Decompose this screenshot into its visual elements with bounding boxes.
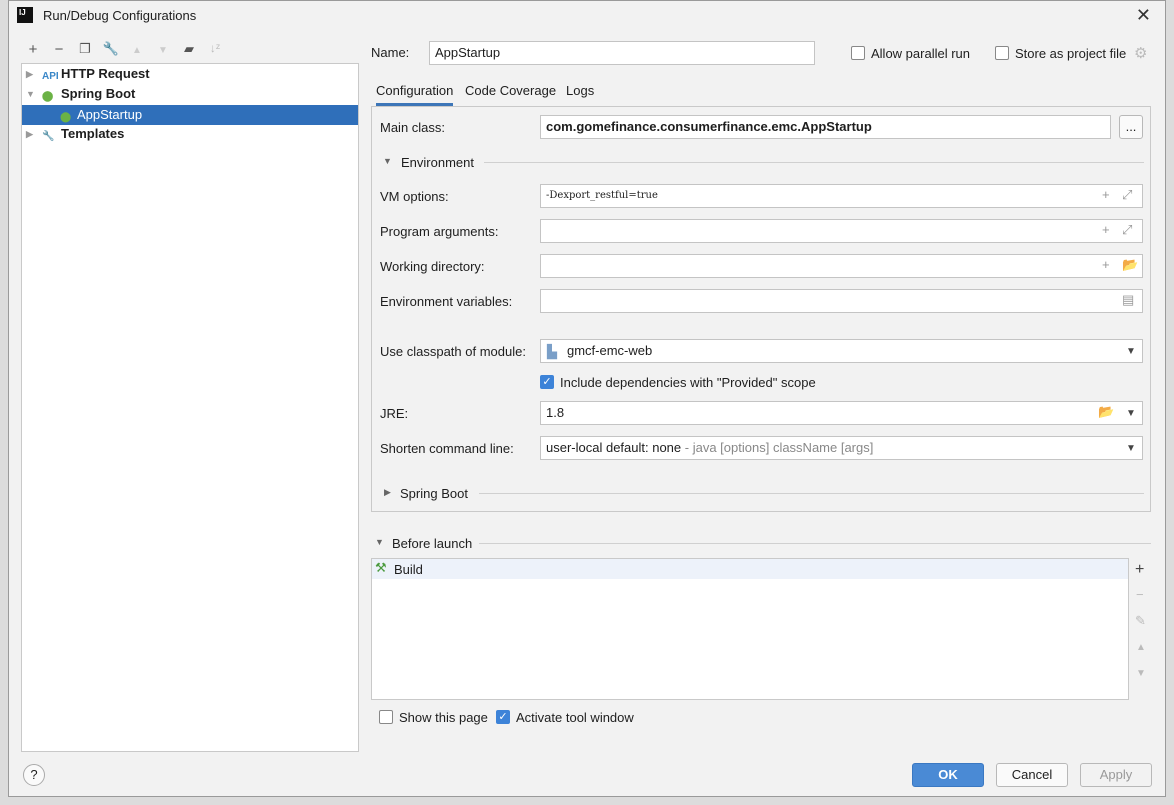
module-icon: ▙ [547, 344, 557, 359]
remove-icon[interactable]: − [1136, 587, 1144, 602]
activate-tool-window-label: Activate tool window [516, 710, 634, 725]
jre-label: JRE: [380, 406, 409, 421]
collapse-icon[interactable]: ▼ [383, 156, 392, 166]
store-project-label: Store as project file [1015, 46, 1127, 61]
spring-boot-icon: ⬤ [60, 112, 72, 123]
expand-icon[interactable]: ▶ [26, 64, 33, 84]
tree-item-appstartup[interactable]: ⬤ AppStartup [22, 105, 358, 125]
spring-boot-icon: ⬤ [42, 91, 54, 102]
add-icon[interactable]: + [1135, 561, 1144, 579]
add-icon[interactable]: + [23, 41, 43, 58]
expand-icon[interactable]: ⤢ [1122, 187, 1132, 203]
help-button[interactable]: ? [23, 764, 45, 786]
tab-code-coverage[interactable]: Code Coverage [465, 83, 556, 98]
show-page-checkbox[interactable] [379, 710, 393, 724]
copy-icon[interactable]: ❐ [75, 41, 95, 57]
browse-main-class-button[interactable]: ... [1119, 115, 1143, 139]
include-provided-label: Include dependencies with "Provided" sco… [560, 375, 816, 390]
vm-options-input[interactable]: -Dexport_restful=true [540, 184, 1143, 208]
wrench-icon[interactable]: 🔧 [101, 41, 121, 57]
ok-button[interactable]: OK [912, 763, 984, 787]
main-class-label: Main class: [380, 120, 446, 135]
tab-logs[interactable]: Logs [566, 83, 594, 98]
move-up-icon[interactable]: ▲ [1136, 642, 1146, 653]
add-icon[interactable]: + [1102, 187, 1110, 202]
wrench-icon: 🔧 [42, 131, 55, 142]
divider [479, 543, 1151, 544]
program-arguments-label: Program arguments: [380, 224, 499, 239]
shorten-command-select[interactable]: user-local default: none - java [options… [540, 436, 1143, 460]
build-label: Build [394, 562, 423, 577]
working-directory-input[interactable] [540, 254, 1143, 278]
main-class-input[interactable]: com.gomefinance.consumerfinance.emc.AppS… [540, 115, 1111, 139]
activate-tool-window-checkbox[interactable]: ✓ [496, 710, 510, 724]
remove-icon[interactable]: − [49, 41, 69, 58]
program-arguments-input[interactable] [540, 219, 1143, 243]
tab-configuration[interactable]: Configuration [376, 83, 454, 106]
add-icon[interactable]: + [1102, 257, 1110, 272]
jre-select[interactable]: 1.8 [540, 401, 1143, 425]
environment-section[interactable]: Environment [401, 155, 474, 170]
before-launch-list: ⚒ Build [371, 558, 1129, 700]
config-tree: ▶ API HTTP Request ▼ ⬤ Spring Boot ⬤ AppStart… [21, 63, 359, 752]
allow-parallel-label: Allow parallel run [871, 46, 970, 61]
chevron-down-icon[interactable]: ▼ [1126, 443, 1136, 454]
shorten-command-label: Shorten command line: [380, 441, 514, 456]
folder-icon[interactable]: 📂 [1122, 257, 1138, 273]
move-down-icon[interactable]: ▼ [1136, 668, 1146, 679]
list-item-build[interactable]: ⚒ Build [372, 559, 1128, 579]
working-directory-label: Working directory: [380, 259, 485, 274]
show-page-label: Show this page [399, 710, 488, 725]
allow-parallel-checkbox[interactable] [851, 46, 865, 60]
collapse-icon[interactable]: ▼ [26, 84, 35, 104]
intellij-logo: IJ [17, 7, 33, 23]
dialog-title: Run/Debug Configurations [43, 8, 197, 23]
spring-boot-section[interactable]: Spring Boot [400, 486, 468, 501]
cancel-button[interactable]: Cancel [996, 763, 1068, 787]
chevron-down-icon[interactable]: ▼ [1126, 346, 1136, 357]
move-down-icon[interactable]: ▼ [153, 45, 173, 56]
tree-item-templates[interactable]: ▶ 🔧 Templates [22, 124, 358, 144]
expand-icon[interactable]: ▶ [26, 124, 33, 144]
vm-options-label: VM options: [380, 189, 449, 204]
edit-list-icon[interactable]: ▤ [1122, 292, 1134, 308]
apply-button[interactable]: Apply [1080, 763, 1152, 787]
sort-icon[interactable]: ↓ᶻ [205, 41, 225, 55]
shorten-hint: - java [options] className [args] [684, 440, 874, 455]
environment-variables-label: Environment variables: [380, 294, 513, 309]
new-folder-icon[interactable]: ▰ [179, 41, 199, 57]
edit-icon[interactable]: ✎ [1135, 613, 1146, 629]
chevron-down-icon[interactable]: ▼ [1126, 408, 1136, 419]
add-icon[interactable]: + [1102, 222, 1110, 237]
tree-item-spring-boot[interactable]: ▼ ⬤ Spring Boot [22, 84, 358, 104]
name-label: Name: [371, 45, 410, 60]
collapse-icon[interactable]: ▼ [375, 537, 384, 547]
move-up-icon[interactable]: ▲ [127, 45, 147, 56]
expand-icon[interactable]: ⤢ [1122, 222, 1132, 238]
classpath-select[interactable]: gmcf-emc-web [540, 339, 1143, 363]
name-input[interactable]: AppStartup [429, 41, 815, 65]
close-icon[interactable]: ✕ [1136, 5, 1151, 26]
environment-variables-input[interactable] [540, 289, 1143, 313]
divider [479, 493, 1144, 494]
shorten-value: user-local default: none [546, 440, 682, 455]
gear-icon[interactable]: ⚙ [1134, 44, 1147, 62]
hammer-icon: ⚒ [375, 560, 387, 575]
classpath-value: gmcf-emc-web [567, 343, 653, 358]
expand-icon[interactable]: ▶ [384, 487, 391, 498]
api-icon: API [42, 71, 59, 82]
classpath-label: Use classpath of module: [380, 344, 526, 359]
run-debug-dialog: IJ Run/Debug Configurations ✕ + − ❐ 🔧 ▲ … [8, 0, 1166, 797]
before-launch-section[interactable]: Before launch [392, 536, 472, 551]
store-project-checkbox[interactable] [995, 46, 1009, 60]
divider [484, 162, 1144, 163]
folder-icon[interactable]: 📂 [1098, 404, 1114, 420]
include-provided-checkbox[interactable]: ✓ [540, 375, 554, 389]
tree-item-http-request[interactable]: ▶ API HTTP Request [22, 64, 358, 84]
